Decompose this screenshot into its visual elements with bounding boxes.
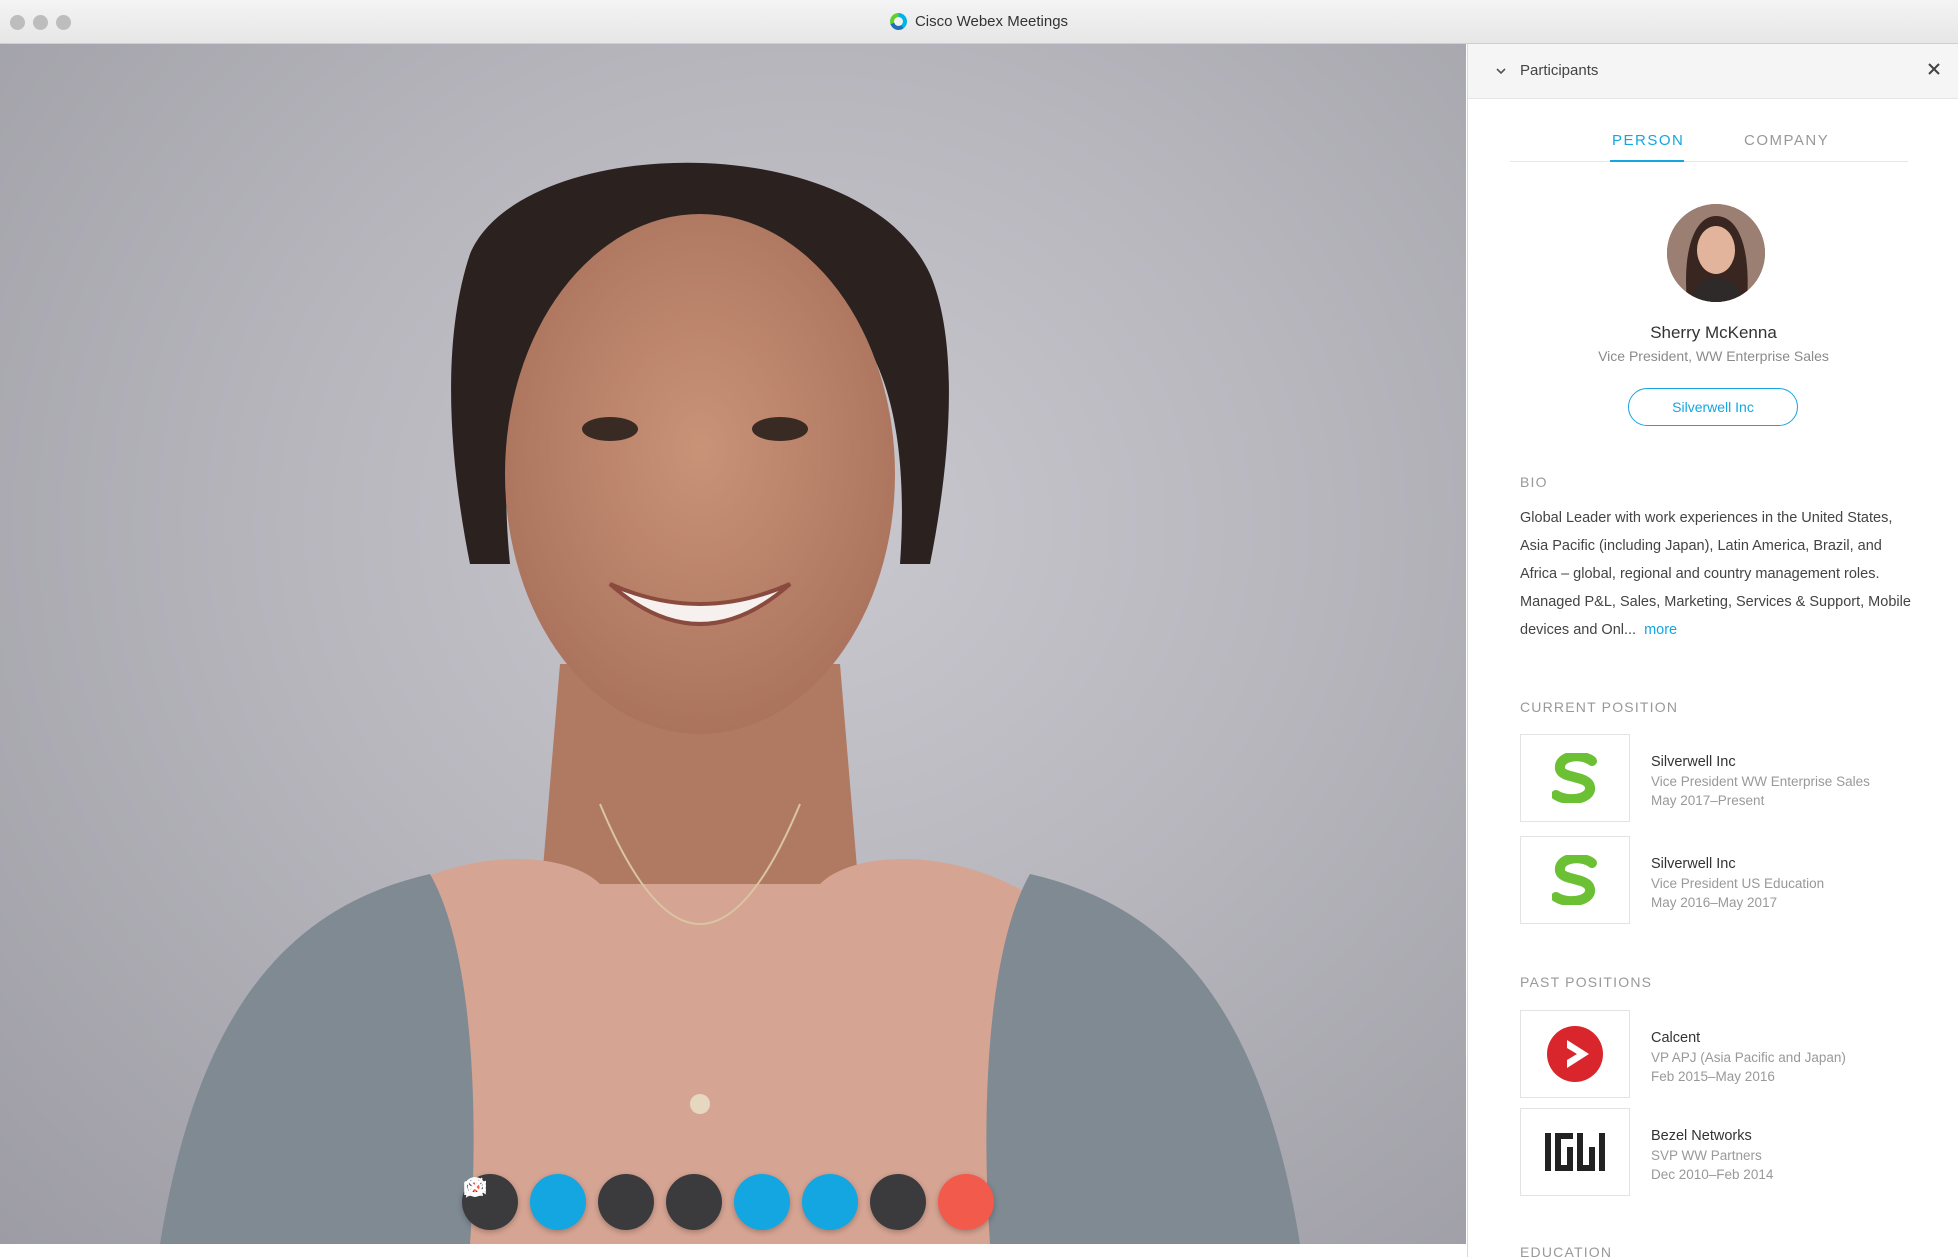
- more-button[interactable]: [467, 1174, 926, 1230]
- webex-logo-icon: [889, 13, 907, 30]
- share-button[interactable]: [467, 1174, 654, 1230]
- bio-more-link[interactable]: more: [1644, 622, 1677, 638]
- close-icon[interactable]: [1925, 60, 1943, 78]
- title-bar: Cisco Webex Meetings: [0, 0, 1958, 44]
- position-company: Silverwell Inc: [1651, 754, 1736, 770]
- position-company: Bezel Networks: [1651, 1128, 1752, 1144]
- company-logo: [1520, 1108, 1630, 1196]
- record-button[interactable]: [465, 1174, 722, 1230]
- position-entry[interactable]: Silverwell Inc Vice President WW Enterpr…: [1520, 734, 1940, 824]
- tab-person[interactable]: PERSON: [1612, 132, 1684, 149]
- company-button[interactable]: Silverwell Inc: [1628, 388, 1798, 426]
- calcent-logo-icon: [1547, 1026, 1603, 1082]
- past-positions-label: PAST POSITIONS: [1520, 974, 1653, 990]
- company-logo: [1520, 1010, 1630, 1098]
- position-dates: Dec 2010–Feb 2014: [1651, 1167, 1774, 1182]
- avatar: [1667, 204, 1765, 302]
- panel-title: Participants: [1520, 62, 1599, 79]
- position-dates: Feb 2015–May 2016: [1651, 1069, 1775, 1084]
- window-title-area: Cisco Webex Meetings: [0, 0, 1958, 43]
- position-dates: May 2017–Present: [1651, 793, 1765, 808]
- participant-name: Sherry McKenna: [1650, 323, 1777, 342]
- bezel-networks-logo-icon: [1545, 1133, 1605, 1171]
- company-logo: [1520, 836, 1630, 924]
- position-entry[interactable]: Calcent VP APJ (Asia Pacific and Japan) …: [1520, 1010, 1940, 1100]
- position-role: Vice President US Education: [1651, 876, 1825, 891]
- position-entry[interactable]: Silverwell Inc Vice President US Educati…: [1520, 836, 1940, 926]
- position-dates: May 2016–May 2017: [1651, 895, 1778, 910]
- position-company: Calcent: [1651, 1030, 1701, 1046]
- panel-header: Participants: [1468, 44, 1958, 99]
- position-role: VP APJ (Asia Pacific and Japan): [1651, 1050, 1846, 1065]
- position-entry[interactable]: Bezel Networks SVP WW Partners Dec 2010–…: [1520, 1108, 1940, 1198]
- chat-button[interactable]: [465, 1174, 858, 1230]
- close-icon: [467, 1179, 483, 1195]
- video-button[interactable]: [464, 1174, 586, 1230]
- participants-panel: Participants PERSON COMPANY Sherry McKen…: [1467, 44, 1958, 1257]
- current-position-label: CURRENT POSITION: [1520, 699, 1679, 715]
- avatar-photo: [1667, 204, 1765, 302]
- company-logo: [1520, 734, 1630, 822]
- bio-text: Global Leader with work experiences in t…: [1520, 510, 1911, 638]
- position-role: SVP WW Partners: [1651, 1148, 1762, 1163]
- participants-button[interactable]: [464, 1174, 790, 1230]
- participant-title: Vice President, WW Enterprise Sales: [1598, 348, 1829, 364]
- window-title: Cisco Webex Meetings: [914, 13, 1069, 30]
- silverwell-logo-icon: [1552, 753, 1597, 803]
- tab-company[interactable]: COMPANY: [1744, 132, 1829, 149]
- bio-label: BIO: [1520, 474, 1548, 490]
- position-company: Silverwell Inc: [1651, 856, 1736, 872]
- silverwell-logo-icon: [1552, 855, 1597, 905]
- bio-text-block: Global Leader with work experiences in t…: [1520, 504, 1920, 644]
- chevron-down-icon[interactable]: [1494, 64, 1508, 78]
- call-controls: [462, 1174, 994, 1230]
- position-role: Vice President WW Enterprise Sales: [1651, 774, 1870, 789]
- participant-video-image: [160, 162, 1300, 1244]
- video-stage: [0, 44, 1466, 1244]
- education-label: EDUCATION: [1520, 1244, 1613, 1257]
- end-call-button[interactable]: [467, 1174, 994, 1230]
- profile-tabs: PERSON COMPANY: [1510, 116, 1908, 162]
- active-tab-indicator: [1610, 160, 1684, 162]
